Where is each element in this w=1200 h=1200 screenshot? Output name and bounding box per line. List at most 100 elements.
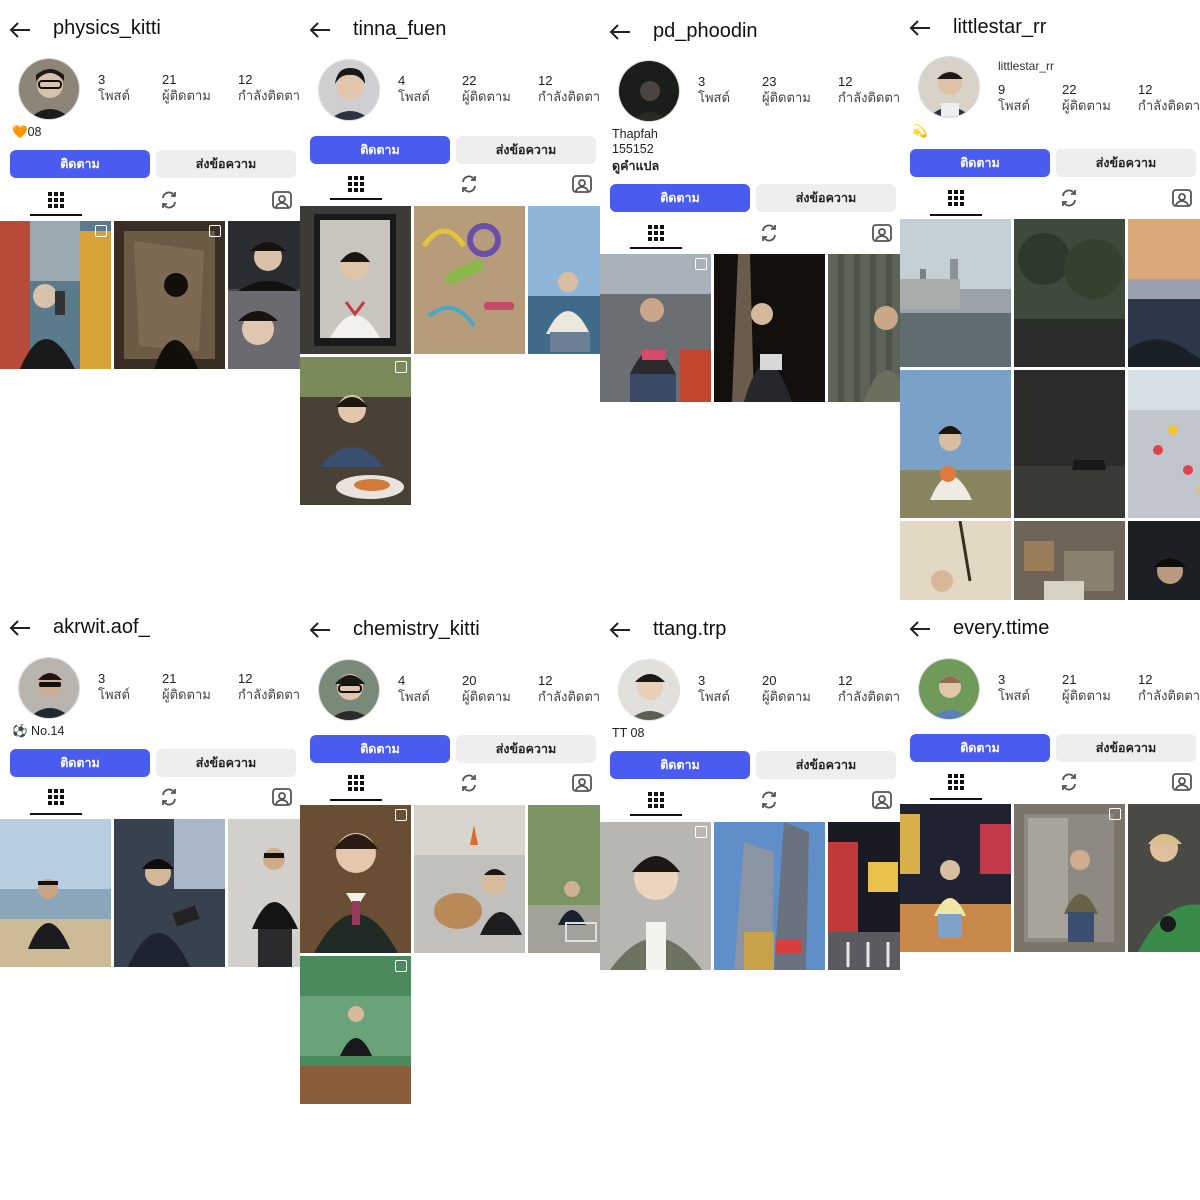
back-arrow-icon[interactable] bbox=[608, 620, 632, 640]
following-stat[interactable]: 12กำลังติดตาม bbox=[838, 74, 900, 106]
avatar[interactable] bbox=[18, 657, 80, 719]
post-thumbnail[interactable] bbox=[600, 822, 711, 970]
grid-icon[interactable] bbox=[944, 770, 968, 794]
post-thumbnail[interactable] bbox=[828, 822, 900, 970]
avatar[interactable] bbox=[918, 658, 980, 720]
post-thumbnail[interactable] bbox=[300, 805, 411, 953]
follow-button[interactable]: ติดตาม bbox=[610, 751, 750, 779]
back-arrow-icon[interactable] bbox=[908, 18, 932, 38]
back-arrow-icon[interactable] bbox=[608, 22, 632, 42]
post-thumbnail[interactable] bbox=[900, 804, 1011, 952]
posts-stat[interactable]: 3 โพสต์ bbox=[698, 673, 730, 705]
followers-stat[interactable]: 22 ผู้ติดตาม bbox=[1062, 82, 1111, 114]
post-thumbnail[interactable] bbox=[300, 206, 411, 354]
following-stat[interactable]: 12กำลังติดตาม bbox=[238, 671, 300, 703]
grid-icon[interactable] bbox=[44, 785, 68, 809]
repost-icon[interactable] bbox=[157, 785, 181, 809]
repost-icon[interactable] bbox=[457, 771, 481, 795]
grid-icon[interactable] bbox=[944, 186, 968, 210]
posts-stat[interactable]: 3 โพสต์ bbox=[98, 72, 130, 104]
post-thumbnail[interactable] bbox=[114, 221, 225, 369]
post-thumbnail[interactable] bbox=[828, 254, 900, 402]
repost-icon[interactable] bbox=[1057, 186, 1081, 210]
post-thumbnail[interactable] bbox=[228, 221, 300, 369]
followers-stat[interactable]: 21 ผู้ติดตาม bbox=[162, 671, 211, 703]
posts-stat[interactable]: 3 โพสต์ bbox=[698, 74, 730, 106]
tagged-icon[interactable] bbox=[570, 172, 594, 196]
followers-stat[interactable]: 20 ผู้ติดตาม bbox=[762, 673, 811, 705]
tagged-icon[interactable] bbox=[1170, 186, 1194, 210]
followers-stat[interactable]: 22 ผู้ติดตาม bbox=[462, 73, 511, 105]
following-stat[interactable]: 12กำลังติดตาม bbox=[238, 72, 300, 104]
message-button[interactable]: ส่งข้อความ bbox=[156, 749, 296, 777]
post-thumbnail[interactable] bbox=[0, 819, 111, 967]
post-thumbnail[interactable] bbox=[528, 805, 600, 953]
tagged-icon[interactable] bbox=[270, 785, 294, 809]
repost-icon[interactable] bbox=[457, 172, 481, 196]
post-thumbnail[interactable] bbox=[1014, 219, 1125, 367]
avatar[interactable] bbox=[318, 59, 380, 121]
posts-stat[interactable]: 3 โพสต์ bbox=[98, 671, 130, 703]
posts-stat[interactable]: 3 โพสต์ bbox=[998, 672, 1030, 704]
post-thumbnail[interactable] bbox=[1014, 521, 1125, 600]
avatar[interactable] bbox=[918, 56, 980, 118]
followers-stat[interactable]: 21 ผู้ติดตาม bbox=[162, 72, 211, 104]
repost-icon[interactable] bbox=[1057, 770, 1081, 794]
post-thumbnail[interactable] bbox=[600, 254, 711, 402]
post-thumbnail[interactable] bbox=[414, 805, 525, 953]
followers-stat[interactable]: 20 ผู้ติดตาม bbox=[462, 673, 511, 705]
following-stat[interactable]: 12กำลังติดตาม bbox=[838, 673, 900, 705]
grid-icon[interactable] bbox=[344, 172, 368, 196]
post-thumbnail[interactable] bbox=[1128, 521, 1200, 600]
grid-icon[interactable] bbox=[644, 221, 668, 245]
tagged-icon[interactable] bbox=[270, 188, 294, 212]
following-stat[interactable]: 12กำลังติดตาม bbox=[538, 673, 600, 705]
post-thumbnail[interactable] bbox=[114, 819, 225, 967]
avatar[interactable] bbox=[618, 659, 680, 721]
message-button[interactable]: ส่งข้อความ bbox=[156, 150, 296, 178]
follow-button[interactable]: ติดตาม bbox=[610, 184, 750, 212]
avatar[interactable] bbox=[18, 58, 80, 120]
tagged-icon[interactable] bbox=[870, 788, 894, 812]
see-translation-link[interactable]: ดูคำแปล bbox=[612, 159, 659, 174]
post-thumbnail[interactable] bbox=[414, 206, 525, 354]
posts-stat[interactable]: 9 โพสต์ bbox=[998, 82, 1030, 114]
post-thumbnail[interactable] bbox=[300, 357, 411, 505]
posts-stat[interactable]: 4 โพสต์ bbox=[398, 73, 430, 105]
posts-stat[interactable]: 4 โพสต์ bbox=[398, 673, 430, 705]
tagged-icon[interactable] bbox=[570, 771, 594, 795]
back-arrow-icon[interactable] bbox=[8, 618, 32, 638]
grid-icon[interactable] bbox=[44, 188, 68, 212]
message-button[interactable]: ส่งข้อความ bbox=[456, 735, 596, 763]
avatar[interactable] bbox=[618, 60, 680, 122]
follow-button[interactable]: ติดตาม bbox=[910, 149, 1050, 177]
post-thumbnail[interactable] bbox=[714, 822, 825, 970]
following-stat[interactable]: 12กำลังติดตาม bbox=[1138, 672, 1200, 704]
following-stat[interactable]: 12กำลังติดตาม bbox=[1138, 82, 1200, 114]
avatar[interactable] bbox=[318, 659, 380, 721]
post-thumbnail[interactable] bbox=[1014, 804, 1125, 952]
post-thumbnail[interactable] bbox=[1128, 370, 1200, 518]
follow-button[interactable]: ติดตาม bbox=[10, 150, 150, 178]
back-arrow-icon[interactable] bbox=[908, 619, 932, 639]
post-thumbnail[interactable] bbox=[1128, 804, 1200, 952]
back-arrow-icon[interactable] bbox=[308, 20, 332, 40]
message-button[interactable]: ส่งข้อความ bbox=[756, 184, 896, 212]
message-button[interactable]: ส่งข้อความ bbox=[456, 136, 596, 164]
post-thumbnail[interactable] bbox=[228, 819, 300, 967]
post-thumbnail[interactable] bbox=[1014, 370, 1125, 518]
message-button[interactable]: ส่งข้อความ bbox=[1056, 734, 1196, 762]
follow-button[interactable]: ติดตาม bbox=[310, 735, 450, 763]
followers-stat[interactable]: 21 ผู้ติดตาม bbox=[1062, 672, 1111, 704]
post-thumbnail[interactable] bbox=[300, 956, 411, 1104]
following-stat[interactable]: 12กำลังติดตาม bbox=[538, 73, 600, 105]
follow-button[interactable]: ติดตาม bbox=[910, 734, 1050, 762]
post-thumbnail[interactable] bbox=[0, 221, 111, 369]
post-thumbnail[interactable] bbox=[900, 521, 1011, 600]
repost-icon[interactable] bbox=[157, 188, 181, 212]
post-thumbnail[interactable] bbox=[1128, 219, 1200, 367]
post-thumbnail[interactable] bbox=[900, 370, 1011, 518]
post-thumbnail[interactable] bbox=[528, 206, 600, 354]
repost-icon[interactable] bbox=[757, 221, 781, 245]
follow-button[interactable]: ติดตาม bbox=[10, 749, 150, 777]
